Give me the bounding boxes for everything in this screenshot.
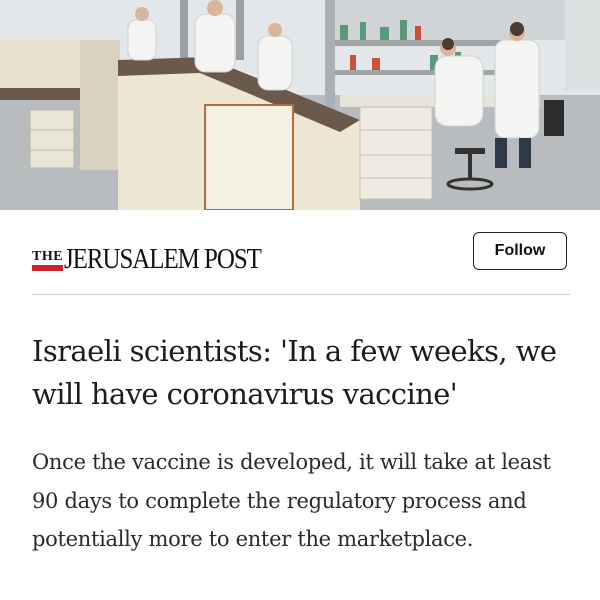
divider xyxy=(32,294,570,295)
lab-photo xyxy=(0,0,600,210)
article-hero-image[interactable] xyxy=(0,0,600,210)
source-bar: THE JERUSALEM POST Follow xyxy=(32,222,570,282)
jerusalem-post-logo[interactable]: THE JERUSALEM POST xyxy=(32,234,293,274)
article-headline[interactable]: Israeli scientists: 'In a few weeks, we … xyxy=(32,330,572,416)
logo-the: THE xyxy=(32,250,64,274)
follow-button[interactable]: Follow xyxy=(473,232,567,270)
article-summary: Once the vaccine is developed, it will t… xyxy=(32,450,551,551)
logo-name: JERUSALEM POST xyxy=(64,243,262,275)
